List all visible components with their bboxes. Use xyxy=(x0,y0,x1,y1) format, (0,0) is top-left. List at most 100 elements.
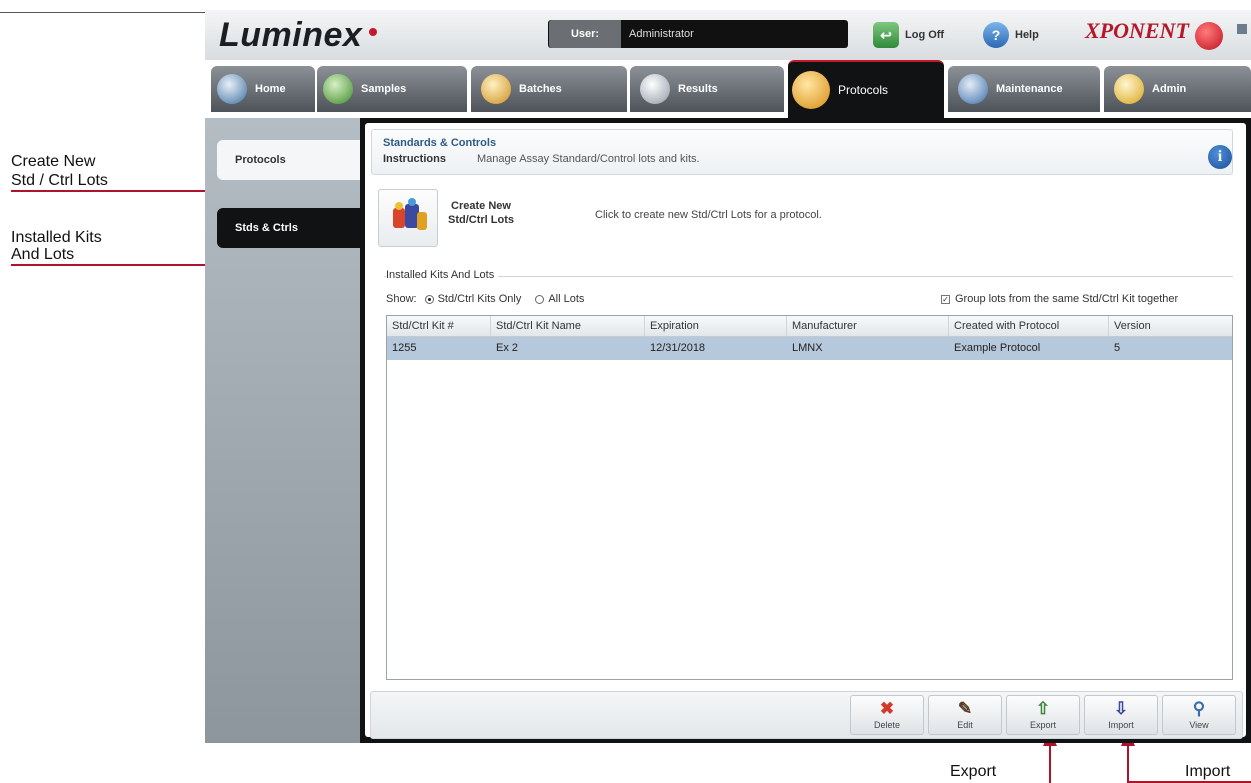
sidebar-item-label: Protocols xyxy=(235,154,286,166)
tab-maintenance[interactable]: Maintenance xyxy=(948,66,1100,112)
kit-bottles-icon xyxy=(393,198,427,230)
tab-samples[interactable]: Samples xyxy=(317,66,467,112)
view-label: View xyxy=(1189,720,1209,730)
logoff-label: Log Off xyxy=(905,29,945,41)
tab-label: Results xyxy=(678,83,718,95)
admin-icon xyxy=(1114,74,1144,104)
table-header: Std/Ctrl Kit # Std/Ctrl Kit Name Expirat… xyxy=(387,316,1232,337)
tab-label: Batches xyxy=(519,83,562,95)
user-label: User: xyxy=(549,20,621,48)
help-icon: ? xyxy=(983,22,1009,48)
create-std-ctrl-lots-label[interactable]: Create New Std/Ctrl Lots xyxy=(441,199,521,227)
radio-label: All Lots xyxy=(548,293,585,305)
cell-manufacturer: LMNX xyxy=(792,342,823,354)
user-value: Administrator xyxy=(629,28,694,40)
import-label: Import xyxy=(1108,720,1134,730)
table-row[interactable]: 1255 Ex 2 12/31/2018 LMNX Example Protoc… xyxy=(387,337,1232,360)
create-std-ctrl-lots-button[interactable] xyxy=(378,189,438,247)
group-lots-checkbox[interactable]: ✓ Group lots from the same Std/Ctrl Kit … xyxy=(941,293,1178,305)
logoff-icon: ↩ xyxy=(873,22,899,48)
column-header-version[interactable]: Version xyxy=(1109,316,1232,336)
annotation-arrow-import xyxy=(1127,742,1129,783)
app-window: Luminex User: Administrator ↩ Log Off ? … xyxy=(205,10,1251,743)
checkbox-checked-icon: ✓ xyxy=(941,294,950,304)
tab-label: Protocols xyxy=(838,83,889,97)
luminex-logo: Luminex xyxy=(219,16,363,54)
main-panel: Standards & Controls Instructions Manage… xyxy=(360,118,1251,743)
export-label: Export xyxy=(1029,720,1056,730)
radio-unselected-icon xyxy=(535,294,545,304)
annotation-installed-line2: And Lots xyxy=(11,246,75,263)
results-icon xyxy=(640,74,670,104)
tab-batches[interactable]: Batches xyxy=(471,66,627,112)
export-button[interactable]: ⇧ Export xyxy=(1006,695,1080,735)
edit-label: Edit xyxy=(957,720,973,730)
help-label: Help xyxy=(1015,29,1039,41)
radio-std-ctrl-kits-only[interactable]: Std/Ctrl Kits Only xyxy=(424,293,522,305)
kits-table: Std/Ctrl Kit # Std/Ctrl Kit Name Expirat… xyxy=(386,315,1233,680)
view-icon: ⚲ xyxy=(1192,699,1206,718)
delete-label: Delete xyxy=(873,720,900,730)
view-button[interactable]: ⚲ View xyxy=(1162,695,1236,735)
annotation-create-new-line1: Create New xyxy=(11,153,96,170)
instructions-panel xyxy=(371,129,1233,175)
column-header-kit-name[interactable]: Std/Ctrl Kit Name xyxy=(491,316,645,336)
column-header-created-with-protocol[interactable]: Created with Protocol xyxy=(949,316,1109,336)
tab-admin[interactable]: Admin xyxy=(1104,66,1251,112)
tab-label: Home xyxy=(255,83,286,95)
tab-home[interactable]: Home xyxy=(211,66,315,112)
cell-version: 5 xyxy=(1114,342,1121,354)
show-label: Show: xyxy=(386,293,417,305)
delete-icon: ✖ xyxy=(879,699,895,718)
page-title: Standards & Controls xyxy=(383,137,497,149)
tab-label: Maintenance xyxy=(996,83,1063,95)
edit-button[interactable]: ✎ Edit xyxy=(928,695,1002,735)
tab-protocols[interactable]: Protocols xyxy=(788,60,944,118)
action-bar: ✖ Delete ✎ Edit ⇧ Export ⇩ Import ⚲ View xyxy=(370,691,1243,739)
radio-selected-icon xyxy=(424,294,434,304)
xponent-emblem-icon xyxy=(1195,22,1223,50)
logoff-button[interactable]: ↩ Log Off xyxy=(873,20,944,50)
group-divider xyxy=(384,276,1233,277)
export-icon: ⇧ xyxy=(1035,699,1051,718)
info-icon[interactable]: i xyxy=(1208,145,1232,169)
minimize-button[interactable] xyxy=(1237,24,1247,34)
sidebar-item-stds-ctrls[interactable]: Stds & Ctrls xyxy=(217,208,360,248)
create-std-ctrl-lots-description: Click to create new Std/Ctrl Lots for a … xyxy=(595,209,822,221)
instructions-label: Instructions xyxy=(383,153,446,165)
import-button[interactable]: ⇩ Import xyxy=(1084,695,1158,735)
samples-icon xyxy=(323,74,353,104)
column-header-expiration[interactable]: Expiration xyxy=(645,316,787,336)
delete-button[interactable]: ✖ Delete xyxy=(850,695,924,735)
tab-label: Admin xyxy=(1152,83,1187,95)
maintenance-icon xyxy=(958,74,988,104)
sidebar-item-protocols[interactable]: Protocols xyxy=(217,140,360,180)
nav-bar: Home Samples Batches Results Protocols M… xyxy=(205,60,1251,118)
sidebar-item-label: Stds & Ctrls xyxy=(235,222,298,234)
protocols-icon xyxy=(792,71,830,109)
batches-icon xyxy=(481,74,511,104)
logo-dot xyxy=(369,28,377,36)
edit-icon: ✎ xyxy=(957,699,973,718)
column-header-kit-number[interactable]: Std/Ctrl Kit # xyxy=(387,316,491,336)
app-header: Luminex User: Administrator ↩ Log Off ? … xyxy=(205,10,1251,60)
tab-results[interactable]: Results xyxy=(630,66,784,112)
cell-kit-name: Ex 2 xyxy=(496,342,519,354)
annotation-export-label: Export xyxy=(950,763,997,780)
home-icon xyxy=(217,74,247,104)
column-header-manufacturer[interactable]: Manufacturer xyxy=(787,316,949,336)
installed-kits-title: Installed Kits And Lots xyxy=(386,269,499,281)
radio-label: Std/Ctrl Kits Only xyxy=(437,293,522,305)
group-lots-label: Group lots from the same Std/Ctrl Kit to… xyxy=(955,293,1179,305)
cell-created-with-protocol: Example Protocol xyxy=(954,342,1041,354)
content-area: Standards & Controls Instructions Manage… xyxy=(365,123,1246,739)
cell-expiration: 12/31/2018 xyxy=(650,342,706,354)
sidebar: Protocols Stds & Ctrls xyxy=(205,118,360,743)
instructions-text: Manage Assay Standard/Control lots and k… xyxy=(477,153,700,165)
tab-label: Samples xyxy=(361,83,407,95)
help-button[interactable]: ? Help xyxy=(983,20,1039,50)
cell-kit-number: 1255 xyxy=(392,342,417,354)
annotation-import-label: Import xyxy=(1185,763,1231,780)
annotation-create-new-line2: Std / Ctrl Lots xyxy=(11,172,108,189)
radio-all-lots[interactable]: All Lots xyxy=(535,293,584,305)
